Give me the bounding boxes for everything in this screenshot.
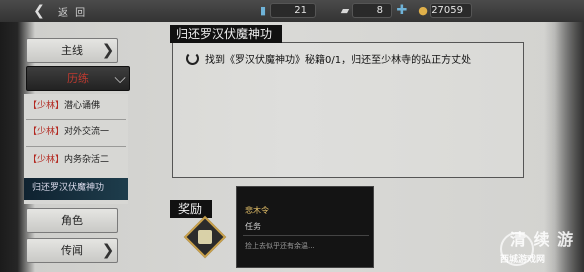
list-item[interactable]: 【少林】潜心诵佛: [28, 96, 120, 116]
coin-counter: ● 27059: [418, 3, 472, 18]
tab-character[interactable]: 角色: [26, 208, 118, 233]
tab-experience[interactable]: 历练 ⌵: [26, 66, 130, 91]
add-button[interactable]: ✚: [395, 4, 409, 18]
tooltip-item-name: 悲木令: [245, 206, 269, 215]
coin-icon: ●: [418, 4, 428, 17]
tab-experience-label: 历练: [67, 72, 89, 85]
silver-counter: ▰ 8: [341, 3, 392, 18]
chevron-down-icon: ⌵: [114, 69, 126, 87]
chevron-right-icon: ❯: [101, 41, 115, 59]
page-title: 返 回: [58, 8, 88, 19]
item-tooltip: 悲木令 任务 捡上去似乎还有余温...: [236, 186, 374, 268]
progress-ring-icon: [186, 52, 199, 65]
tab-rumors-label: 传闻: [61, 244, 83, 257]
tooltip-item-type: 任务: [245, 222, 261, 231]
list-item[interactable]: 【少林】内务杂活二: [28, 150, 120, 170]
back-arrow-icon[interactable]: ❮: [30, 2, 48, 20]
tab-rumors[interactable]: 传闻 ❯: [26, 238, 118, 263]
chevron-right-icon: ❯: [101, 241, 115, 259]
reward-label: 奖励: [170, 200, 213, 218]
tooltip-item-desc: 捡上去似乎还有余温...: [245, 242, 315, 250]
energy-counter: ▮ 21: [260, 3, 316, 18]
token-icon: [198, 230, 212, 244]
tab-main-label: 主线: [61, 44, 83, 57]
energy-icon: ▮: [259, 4, 267, 17]
watermark-subtitle: 西城游戏网: [500, 255, 546, 265]
quest-objective: 找到《罗汉伏魔神功》秘籍0/1，归还至少林寺的弘正方丈处: [205, 55, 472, 66]
tab-main[interactable]: 主线 ❯: [26, 38, 118, 63]
watermark-title: 清 续 游: [510, 230, 575, 249]
list-item[interactable]: 【少林】对外交流一: [28, 122, 120, 142]
divider: [243, 235, 369, 236]
tab-character-label: 角色: [61, 214, 83, 227]
divider: [26, 119, 126, 120]
silver-icon: ▰: [340, 4, 350, 17]
list-item-selected[interactable]: 归还罗汉伏魔神功: [24, 178, 128, 200]
quest-title: 归还罗汉伏魔神功: [170, 25, 283, 43]
quest-list: 【少林】潜心诵佛 【少林】对外交流一 【少林】内务杂活二 归还罗汉伏魔神功: [24, 94, 128, 204]
divider: [26, 146, 126, 147]
